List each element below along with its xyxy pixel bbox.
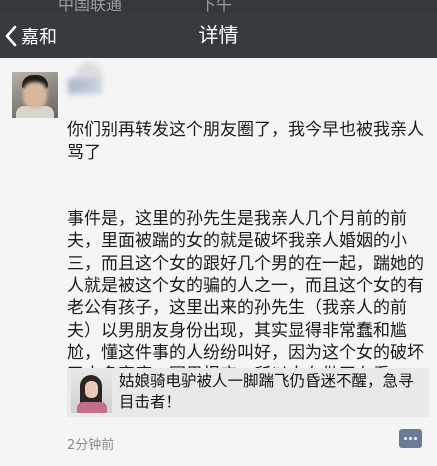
moment-post: 嘉和 你们别再转发这个朋友圈了，我今早也被我亲人骂了 事件是，这里的孙先生是我亲… [0, 58, 437, 466]
back-button[interactable]: 嘉和 [4, 13, 57, 58]
avatar[interactable] [12, 72, 58, 118]
chevron-left-icon [4, 25, 18, 47]
username[interactable]: 嘉和 [68, 78, 102, 94]
nav-bar: 嘉和 详情 [0, 13, 437, 58]
post-paragraph: 你们别再转发这个朋友圈了，我今早也被我亲人骂了 [67, 120, 424, 163]
post-time: 2分钟前 [67, 438, 115, 453]
carrier-label: 中国联通 [58, 0, 123, 13]
page-title: 详情 [198, 23, 239, 47]
comment-icon[interactable] [399, 429, 422, 448]
shared-link-card[interactable]: 姑娘骑电驴被人一脚踹飞仍昏迷不醒，急寻目击者！ [67, 368, 429, 417]
link-thumbnail [71, 372, 112, 413]
back-label: 嘉和 [21, 26, 57, 48]
post-text: 你们别再转发这个朋友圈了，我今早也被我亲人骂了 事件是，这里的孙先生是我亲人几个… [67, 97, 431, 409]
clock-label: 下午 [200, 0, 233, 13]
status-bar: 中国联通 下午 [0, 0, 437, 13]
post-paragraph: 事件是，这里的孙先生是我亲人几个月前的前夫，里面被踹的女的就是破坏我亲人婚姻的小… [67, 209, 424, 385]
shared-link-title: 姑娘骑电驴被人一脚踹飞仍昏迷不醒，急寻目击者！ [119, 372, 414, 411]
